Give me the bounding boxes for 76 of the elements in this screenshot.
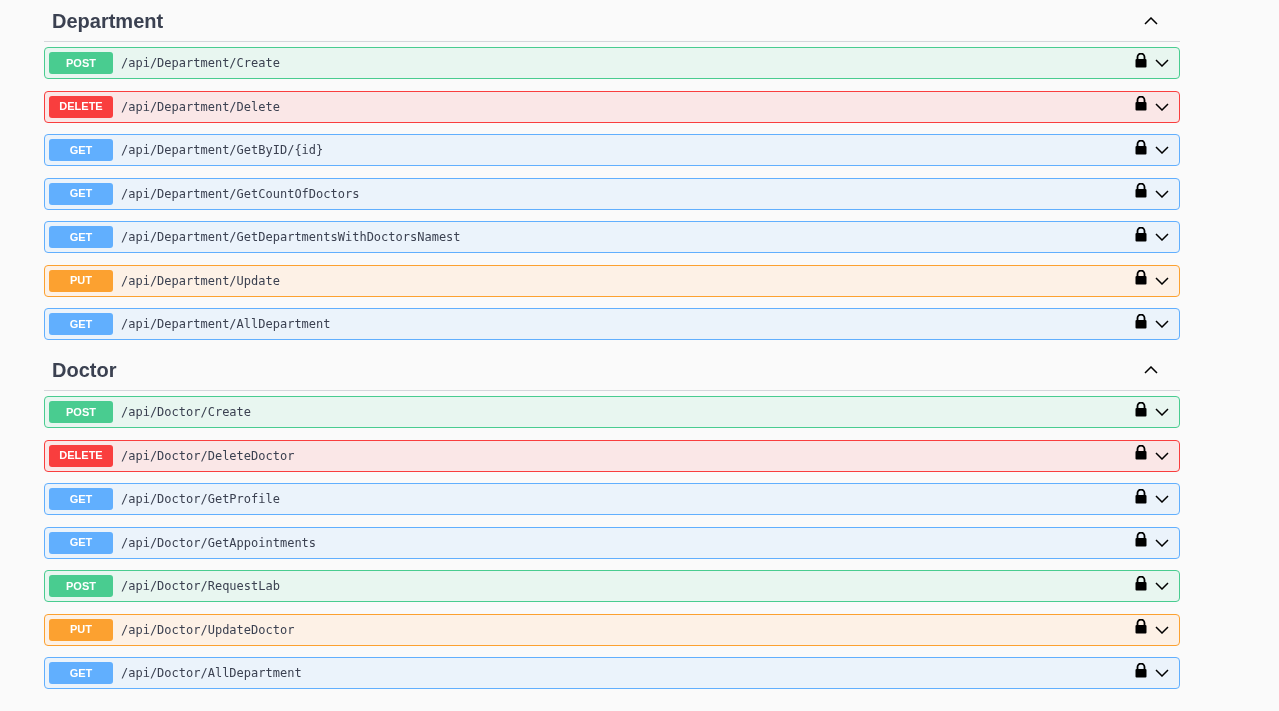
caret-down-icon xyxy=(1155,102,1169,111)
lock-icon[interactable] xyxy=(1135,139,1147,155)
lock-icon[interactable] xyxy=(1135,401,1147,417)
lock-icon[interactable] xyxy=(1135,270,1147,285)
lock-icon[interactable] xyxy=(1135,96,1147,111)
lock-icon[interactable] xyxy=(1135,575,1147,591)
method-badge: POST xyxy=(49,575,113,597)
endpoint-row[interactable]: GET /api/Department/GetDepartmentsWithDoctorsNamest xyxy=(44,221,1180,253)
method-badge: GET xyxy=(49,313,113,335)
endpoint-row[interactable]: PUT /api/Department/Update xyxy=(44,264,1180,297)
caret-up-icon xyxy=(1144,365,1158,374)
method-badge: GET xyxy=(49,662,113,684)
caret-down-icon xyxy=(1155,189,1169,198)
endpoint-row[interactable]: GET /api/Department/GetCountOfDoctors xyxy=(44,177,1180,210)
section-header[interactable]: Department xyxy=(44,0,1180,42)
caret-down-icon xyxy=(1155,538,1169,547)
method-badge: POST xyxy=(49,401,113,423)
endpoint-row[interactable]: DELETE /api/Doctor/DeleteDoctor xyxy=(44,439,1180,472)
endpoint-path: /api/Doctor/UpdateDoctor xyxy=(121,621,296,639)
caret-down-icon xyxy=(1155,625,1169,634)
lock-icon[interactable] xyxy=(1135,488,1147,504)
lock-icon[interactable] xyxy=(1135,445,1147,460)
endpoint-row[interactable]: PUT /api/Doctor/UpdateDoctor xyxy=(44,613,1180,646)
endpoint-row[interactable]: GET /api/Doctor/AllDepartment xyxy=(44,657,1180,689)
endpoint-path: /api/Doctor/GetProfile xyxy=(121,491,281,508)
caret-down-icon xyxy=(1155,582,1169,590)
endpoint-row[interactable]: GET /api/Doctor/GetAppointments xyxy=(44,526,1180,559)
endpoint-path: /api/Department/Delete xyxy=(121,98,281,116)
method-badge: GET xyxy=(49,531,113,554)
endpoint-row[interactable]: GET /api/Department/AllDepartment xyxy=(44,308,1180,340)
lock-icon[interactable] xyxy=(1135,532,1147,547)
endpoint-path: /api/Doctor/AllDepartment xyxy=(121,665,303,682)
lock-icon[interactable] xyxy=(1135,183,1147,198)
endpoint-path: /api/Department/Create xyxy=(121,55,281,72)
lock-icon[interactable] xyxy=(1135,662,1147,678)
method-badge: GET xyxy=(49,226,113,248)
endpoint-row[interactable]: GET /api/Department/GetByID/{id} xyxy=(44,134,1180,166)
caret-up-icon xyxy=(1144,16,1158,25)
caret-down-icon xyxy=(1155,495,1169,503)
caret-down-icon xyxy=(1155,669,1169,677)
endpoint-path: /api/Doctor/RequestLab xyxy=(121,578,281,595)
lock-icon[interactable] xyxy=(1135,52,1147,68)
endpoint-path: /api/Doctor/DeleteDoctor xyxy=(121,447,296,465)
method-badge: POST xyxy=(49,52,113,74)
method-badge: PUT xyxy=(49,269,113,292)
endpoint-row[interactable]: DELETE /api/Department/Delete xyxy=(44,90,1180,123)
method-badge: GET xyxy=(49,182,113,205)
endpoint-path: /api/Department/GetByID/{id} xyxy=(121,142,325,159)
lock-icon[interactable] xyxy=(1135,226,1147,242)
method-badge: GET xyxy=(49,488,113,510)
endpoint-path: /api/Department/GetCountOfDoctors xyxy=(121,185,361,203)
caret-down-icon xyxy=(1155,451,1169,460)
caret-down-icon xyxy=(1155,276,1169,285)
lock-icon[interactable] xyxy=(1135,619,1147,634)
caret-down-icon xyxy=(1155,59,1169,67)
method-badge: PUT xyxy=(49,618,113,641)
lock-icon[interactable] xyxy=(1135,313,1147,329)
endpoint-path: /api/Doctor/GetAppointments xyxy=(121,534,318,552)
endpoint-row[interactable]: GET /api/Doctor/GetProfile xyxy=(44,483,1180,515)
endpoint-row[interactable]: POST /api/Doctor/RequestLab xyxy=(44,570,1180,602)
endpoint-row[interactable]: POST /api/Doctor/Create xyxy=(44,396,1180,428)
endpoint-path: /api/Doctor/Create xyxy=(121,404,253,421)
endpoint-path: /api/Department/AllDepartment xyxy=(121,316,332,333)
caret-down-icon xyxy=(1155,146,1169,154)
endpoint-row[interactable]: POST /api/Department/Create xyxy=(44,47,1180,79)
section-title: Department xyxy=(52,8,164,34)
endpoint-path: /api/Department/GetDepartmentsWithDoctorsNamest xyxy=(121,229,462,246)
caret-down-icon xyxy=(1155,233,1169,241)
endpoint-path: /api/Department/Update xyxy=(121,272,281,290)
method-badge: DELETE xyxy=(49,444,113,467)
section-title: Doctor xyxy=(52,357,117,383)
method-badge: DELETE xyxy=(49,95,113,118)
caret-down-icon xyxy=(1155,408,1169,416)
caret-down-icon xyxy=(1155,320,1169,328)
section-header[interactable]: Doctor xyxy=(44,349,1180,391)
method-badge: GET xyxy=(49,139,113,161)
